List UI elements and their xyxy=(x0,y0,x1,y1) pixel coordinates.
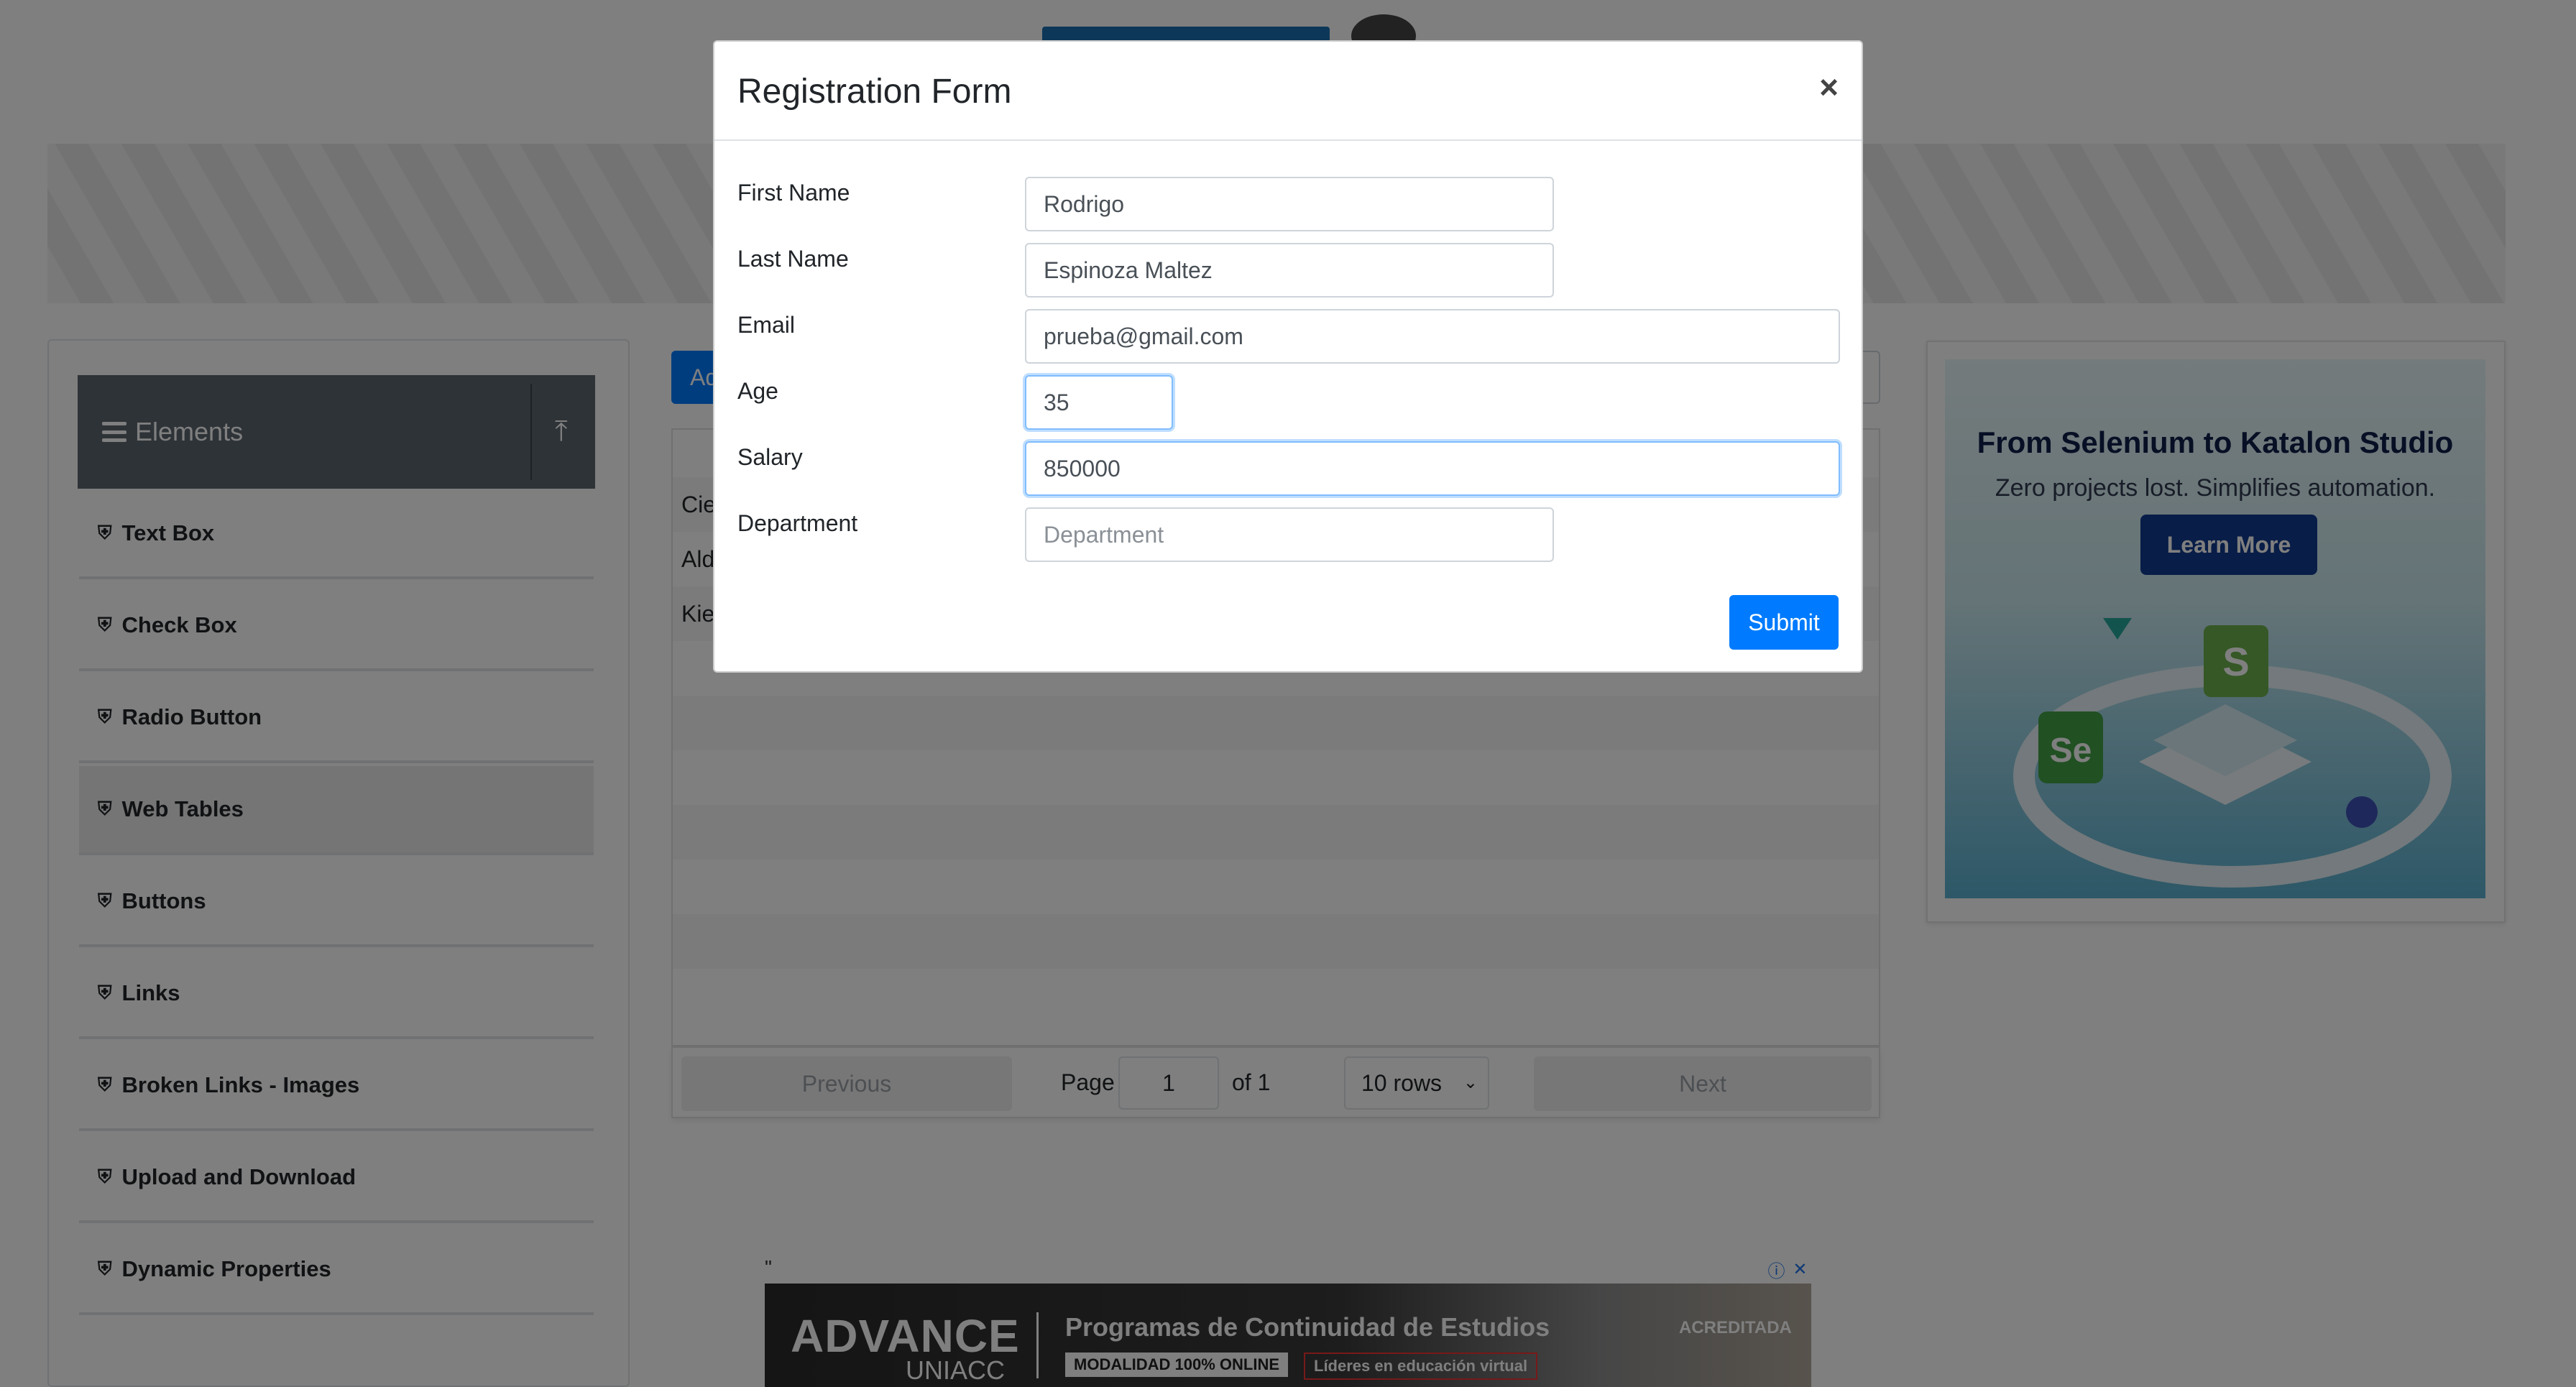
last-name-label: Last Name xyxy=(737,246,849,272)
registration-modal: Registration Form × First Name Rodrigo L… xyxy=(713,40,1863,673)
salary-label: Salary xyxy=(737,444,803,470)
age-field[interactable]: 35 xyxy=(1025,375,1173,430)
email-label: Email xyxy=(737,312,796,338)
age-label: Age xyxy=(737,378,778,404)
salary-field[interactable]: 850000 xyxy=(1025,441,1840,496)
last-name-field[interactable]: Espinoza Maltez xyxy=(1025,243,1554,298)
first-name-label: First Name xyxy=(737,180,850,206)
department-label: Department xyxy=(737,510,858,536)
close-icon[interactable]: × xyxy=(1819,68,1839,106)
modal-header: Registration Form × xyxy=(714,42,1862,141)
email-field[interactable]: prueba@gmail.com xyxy=(1025,309,1840,364)
department-field[interactable]: Department xyxy=(1025,507,1554,562)
submit-button[interactable]: Submit xyxy=(1729,595,1839,650)
first-name-field[interactable]: Rodrigo xyxy=(1025,177,1554,231)
modal-title: Registration Form xyxy=(737,73,1012,111)
